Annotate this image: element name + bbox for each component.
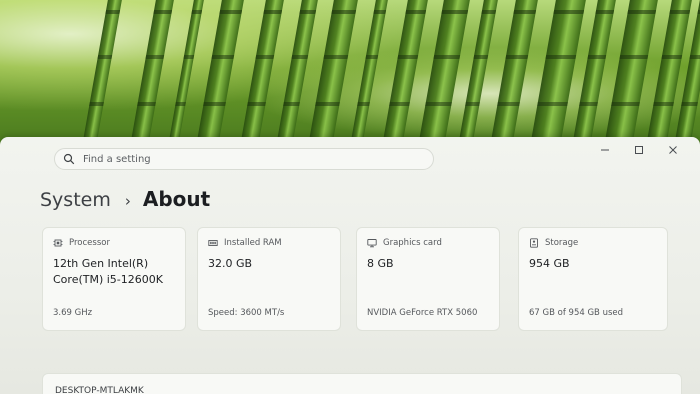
- storage-card: Storage 954 GB 67 GB of 954 GB used: [518, 227, 668, 331]
- close-button[interactable]: [656, 141, 690, 159]
- memory-icon: [208, 238, 218, 248]
- device-name: DESKTOP-MTLAKMK: [55, 386, 144, 394]
- storage-total: 954 GB: [529, 257, 570, 270]
- ram-label: Installed RAM: [224, 238, 282, 248]
- search-input[interactable]: [83, 153, 403, 165]
- search-icon: [63, 153, 75, 165]
- page-title: About: [142, 187, 211, 211]
- graphics-card-card: Graphics card 8 GB NVIDIA GeForce RTX 50…: [356, 227, 500, 331]
- breadcrumb-system-link[interactable]: System: [40, 189, 111, 211]
- close-icon: [669, 146, 677, 154]
- processor-card: Processor 12th Gen Intel(R) Core(TM) i5-…: [42, 227, 186, 331]
- graphics-card-label: Graphics card: [383, 238, 442, 248]
- screen: System › About Processor 12th Gen Intel(…: [0, 0, 700, 394]
- breadcrumb: System › About: [40, 187, 210, 211]
- breadcrumb-separator: ›: [124, 192, 131, 210]
- device-name-section: DESKTOP-MTLAKMK: [42, 373, 682, 394]
- graphics-card-name: NVIDIA GeForce RTX 5060: [367, 308, 478, 318]
- processor-name-line2: Core(TM) i5-12600K: [53, 273, 163, 286]
- maximize-button[interactable]: [622, 141, 656, 159]
- processor-label: Processor: [69, 238, 110, 248]
- graphics-memory: 8 GB: [367, 257, 394, 270]
- search-box[interactable]: [54, 148, 434, 170]
- settings-window: System › About Processor 12th Gen Intel(…: [0, 137, 700, 394]
- minimize-icon: [601, 149, 609, 151]
- minimize-button[interactable]: [588, 141, 622, 159]
- processor-name-line1: 12th Gen Intel(R): [53, 257, 149, 270]
- graphics-card-icon: [367, 238, 377, 248]
- ram-amount: 32.0 GB: [208, 257, 253, 270]
- window-controls: [588, 141, 690, 159]
- ram-card: Installed RAM 32.0 GB Speed: 3600 MT/s: [197, 227, 341, 331]
- processor-speed: 3.69 GHz: [53, 308, 93, 318]
- storage-label: Storage: [545, 238, 579, 248]
- spec-cards: Processor 12th Gen Intel(R) Core(TM) i5-…: [42, 227, 682, 331]
- storage-usage: 67 GB of 954 GB used: [529, 308, 624, 318]
- processor-icon: [53, 238, 63, 248]
- ram-speed: Speed: 3600 MT/s: [208, 308, 285, 318]
- storage-icon: [529, 238, 539, 248]
- maximize-icon: [635, 146, 643, 154]
